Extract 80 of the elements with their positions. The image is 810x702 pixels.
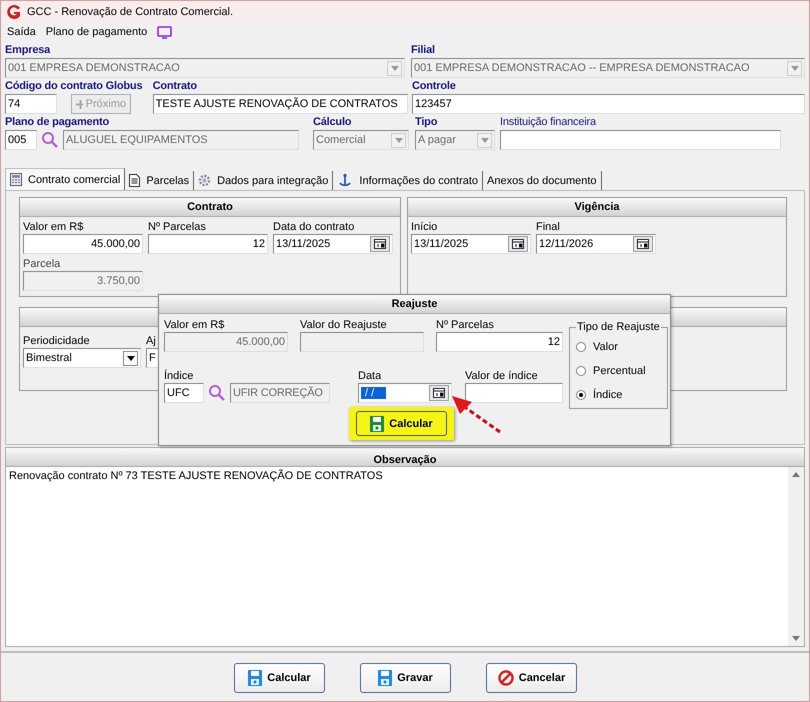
field-label: Índice	[164, 370, 194, 382]
institution-field[interactable]	[500, 130, 781, 150]
field-label: Valor em R$	[164, 319, 226, 331]
scroll-up-icon[interactable]	[792, 472, 800, 477]
field-label: Instituição financeira	[500, 115, 598, 129]
calendar-button[interactable]	[429, 385, 449, 401]
date-field[interactable]: / /	[358, 383, 452, 403]
menu-item[interactable]: Saída	[7, 26, 36, 38]
caret-icon	[390, 66, 398, 70]
caret-icon	[394, 138, 402, 142]
tab[interactable]: Informações do contrato	[333, 171, 484, 190]
field-label: Contrato	[152, 79, 198, 93]
index-value-field[interactable]	[465, 383, 563, 403]
tab[interactable]: Contrato comercial	[5, 168, 126, 190]
tab[interactable]: Anexos do documento	[483, 171, 602, 190]
caret-icon	[126, 356, 134, 360]
installments-field[interactable]: 12	[148, 234, 268, 254]
tab[interactable]: Parcelas	[125, 171, 194, 190]
calendar-button[interactable]	[633, 236, 653, 252]
group-label: Tipo de Reajuste	[576, 321, 661, 333]
plus-icon	[76, 100, 83, 108]
field-label: Plano de pagamento	[5, 115, 110, 129]
calculate-button[interactable]: Calcular	[356, 411, 447, 436]
dialog-title: Reajuste	[159, 295, 670, 314]
radio-option[interactable]: Percentual	[576, 359, 661, 383]
window-title: GCC - Renovação de Contrato Comercial.	[27, 6, 234, 18]
field-label: Cálculo	[313, 115, 352, 129]
scroll-down-icon[interactable]	[792, 636, 800, 641]
field-label: Final	[536, 221, 561, 233]
control-field[interactable]: 123457	[412, 94, 805, 114]
prohibited-icon	[498, 670, 514, 686]
group-title: Vigência	[408, 198, 786, 217]
field-label: Controle	[412, 79, 457, 93]
field-label: Tipo	[415, 115, 438, 129]
contract-field[interactable]: TESTE AJUSTE RENOVAÇÃO DE CONTRATOS	[152, 94, 408, 114]
group-title: Contrato	[20, 198, 400, 217]
search-icon[interactable]	[41, 131, 59, 149]
scrollbar[interactable]	[788, 467, 804, 646]
field-label: Início	[411, 221, 438, 233]
periodicity-dropdown[interactable]: Bimestral	[23, 348, 141, 368]
field-label: Aj	[146, 335, 156, 347]
date-field[interactable]: 13/11/2025	[273, 234, 393, 254]
adjustment-dropdown[interactable]: F	[146, 348, 159, 368]
calculator-icon	[10, 173, 22, 186]
amount-field[interactable]: 45.000,00	[23, 234, 143, 254]
field-label: Periodicidade	[23, 335, 91, 347]
field-label: Valor do Reajuste	[300, 319, 388, 331]
field-label: Parcela	[23, 258, 62, 270]
caret-icon	[790, 66, 798, 70]
calendar-button[interactable]	[508, 236, 528, 252]
field-label: Data do contrato	[273, 221, 356, 233]
field-label: Empresa	[5, 43, 52, 57]
field-label: Valor de índice	[465, 370, 539, 382]
contract-code-field[interactable]: 74	[5, 94, 57, 114]
pointer-arrow	[452, 396, 501, 434]
section-title: Observação	[374, 454, 436, 466]
gear-icon	[198, 174, 212, 187]
radio-option[interactable]: Valor	[576, 335, 661, 359]
installments-field[interactable]: 12	[436, 332, 563, 352]
tab[interactable]: Dados para integração	[194, 171, 334, 190]
field-label: Nº Parcelas	[148, 221, 207, 233]
action-button[interactable]: Calcular	[234, 663, 325, 693]
field-label: Nº Parcelas	[436, 319, 495, 331]
date-field[interactable]: 13/11/2025	[411, 234, 531, 254]
notes-field[interactable]: Renovação contrato Nº 73 TESTE AJUSTE RENOVAÇÃO DE CONTRATOS	[6, 467, 804, 646]
field-label: Valor em R$	[23, 221, 84, 233]
app-logo-icon	[6, 4, 22, 20]
radio-option[interactable]: Índice	[576, 383, 661, 407]
action-button[interactable]: Cancelar	[486, 663, 577, 693]
action-button[interactable]: Gravar	[360, 663, 451, 693]
menu-item[interactable]: Plano de pagamento	[46, 26, 148, 38]
search-icon[interactable]	[208, 384, 226, 402]
caret-icon	[480, 138, 488, 142]
document-icon	[129, 174, 140, 187]
field-label: Data	[358, 370, 382, 382]
field-label: Código do contrato Globus	[5, 79, 144, 93]
monitor-icon[interactable]	[157, 26, 172, 38]
calendar-button[interactable]	[370, 236, 390, 252]
date-field[interactable]: 12/11/2026	[536, 234, 656, 254]
field-label: Filial	[411, 43, 436, 57]
